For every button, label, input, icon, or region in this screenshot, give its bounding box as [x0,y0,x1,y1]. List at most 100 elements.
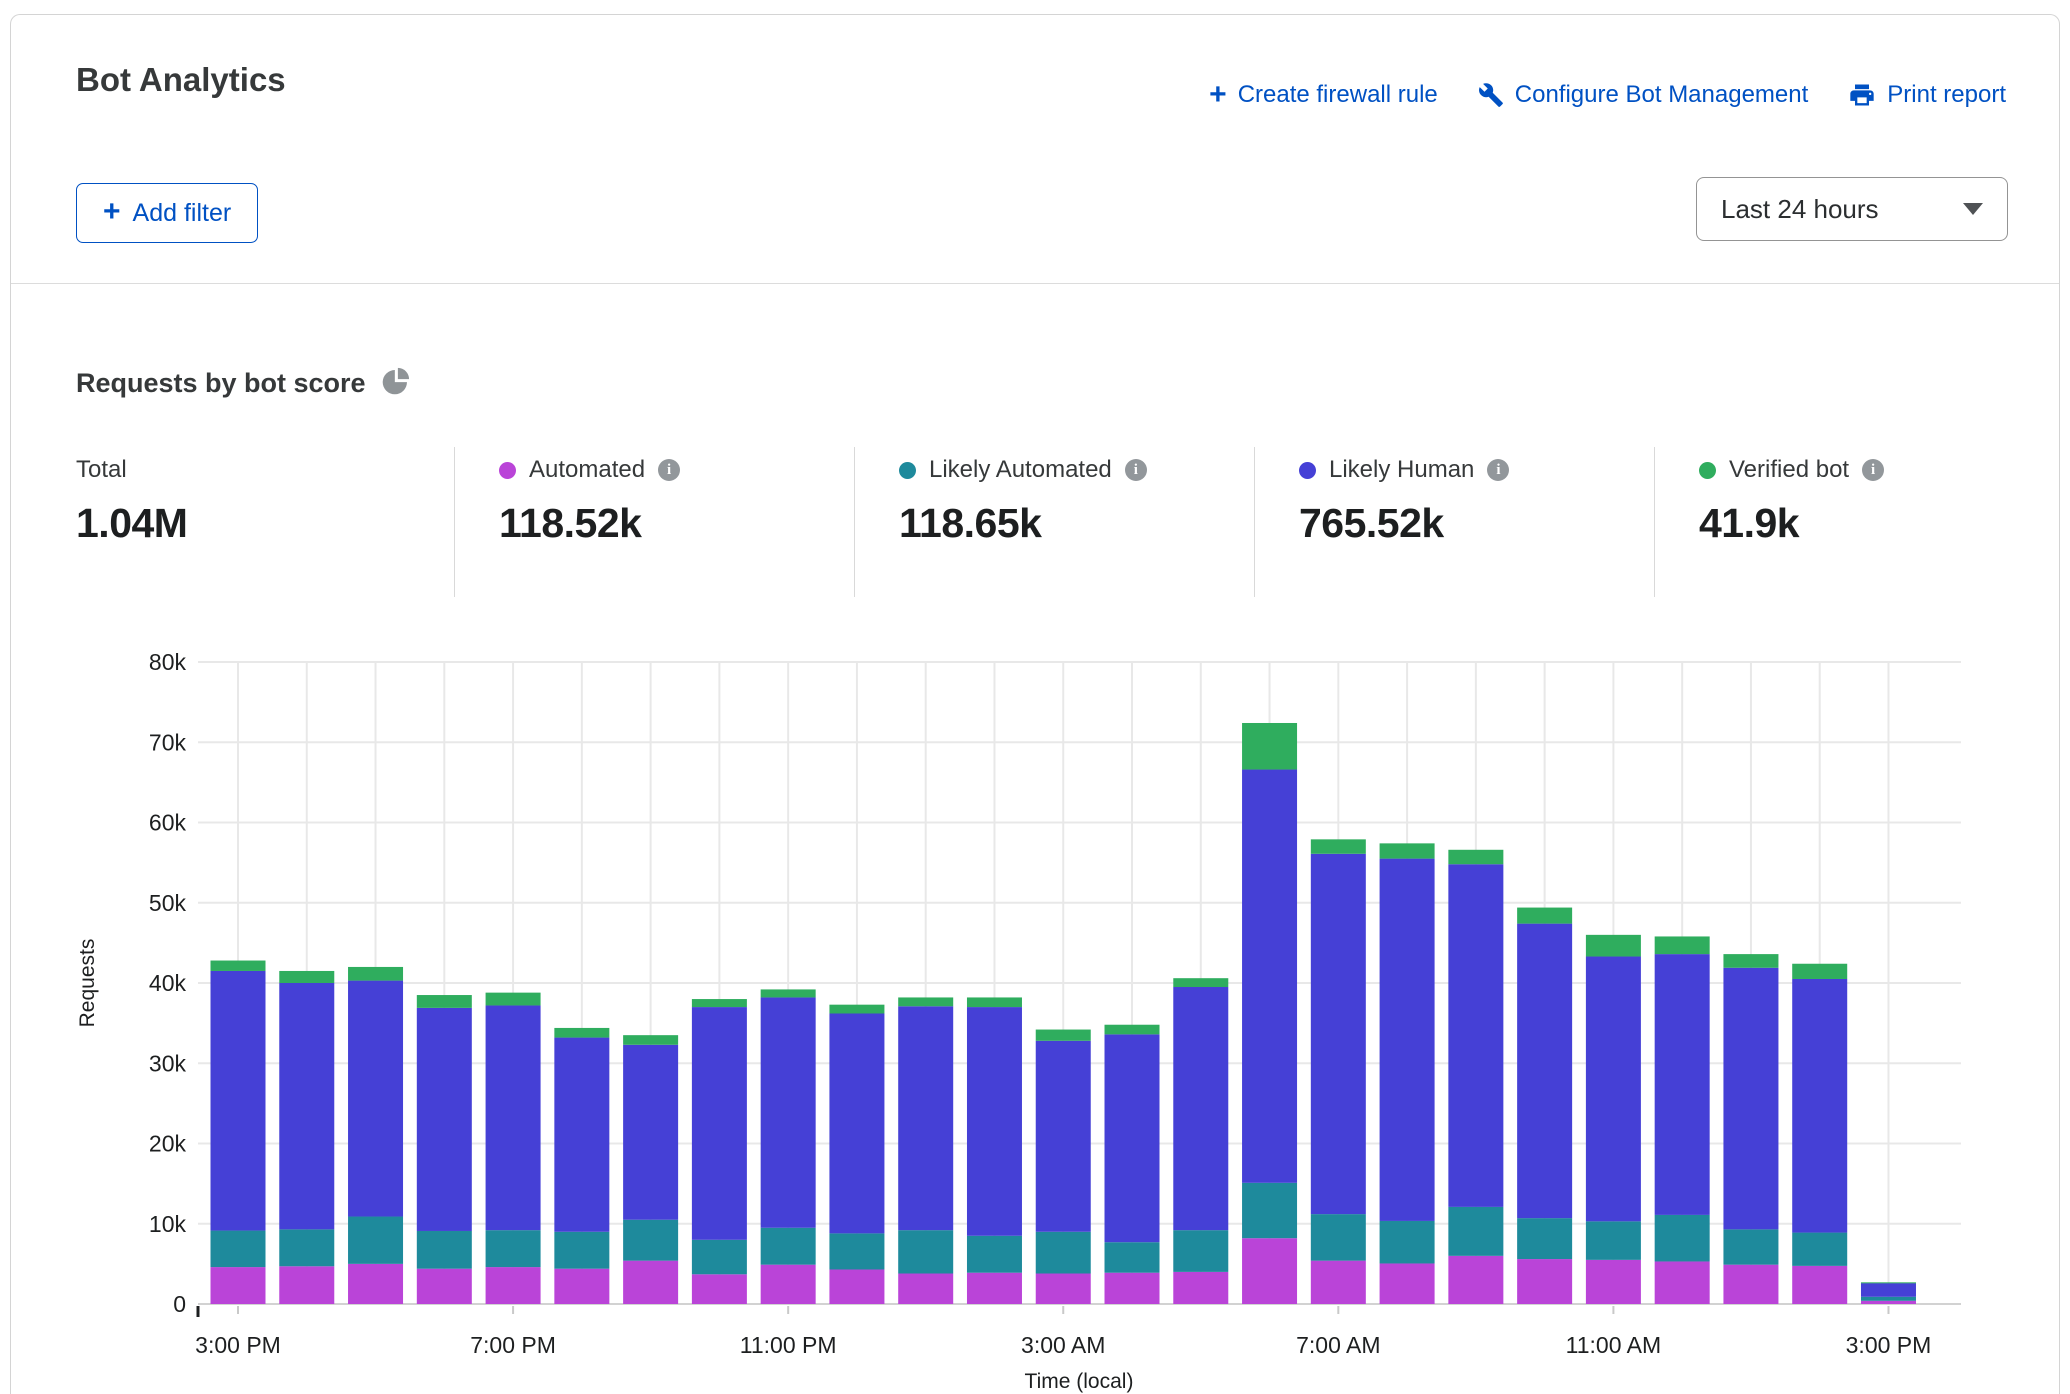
bar-segment-likely_automated[interactable] [1173,1230,1228,1272]
bar-segment-likely_human[interactable] [761,997,816,1227]
bar-segment-likely_human[interactable] [1311,854,1366,1214]
bar-segment-likely_automated[interactable] [1448,1207,1503,1256]
bar-segment-automated[interactable] [829,1269,884,1304]
bar-segment-likely_human[interactable] [1105,1034,1160,1242]
bar-segment-automated[interactable] [348,1264,403,1304]
bar-segment-automated[interactable] [554,1269,609,1304]
bar-segment-likely_automated[interactable] [1036,1232,1091,1274]
bar-segment-likely_automated[interactable] [348,1217,403,1264]
bar-segment-likely_automated[interactable] [486,1230,541,1267]
bar-segment-likely_automated[interactable] [1792,1233,1847,1266]
bar-segment-automated[interactable] [1311,1261,1366,1304]
configure-bot-management-link[interactable]: Configure Bot Management [1478,81,1809,109]
bar-segment-verified_bot[interactable] [1655,936,1710,954]
bar-segment-likely_automated[interactable] [692,1240,747,1275]
bar-segment-likely_automated[interactable] [1586,1221,1641,1260]
bar-segment-likely_human[interactable] [417,1008,472,1231]
bar-segment-verified_bot[interactable] [279,971,334,983]
bar-segment-likely_automated[interactable] [623,1220,678,1261]
info-icon[interactable]: i [1125,459,1147,481]
bar-segment-likely_automated[interactable] [211,1231,266,1268]
bar-segment-automated[interactable] [623,1261,678,1304]
bar-segment-automated[interactable] [1173,1272,1228,1304]
bar-segment-likely_automated[interactable] [829,1233,884,1269]
bar-segment-automated[interactable] [486,1267,541,1304]
bar-segment-automated[interactable] [1861,1301,1916,1304]
create-firewall-rule-link[interactable]: + Create firewall rule [1209,81,1438,109]
bar-segment-likely_automated[interactable] [1517,1218,1572,1259]
time-range-select[interactable]: Last 24 hours [1696,177,2008,241]
bar-segment-likely_automated[interactable] [898,1230,953,1273]
bar-segment-likely_automated[interactable] [1105,1242,1160,1272]
bar-segment-verified_bot[interactable] [898,997,953,1006]
bar-segment-likely_automated[interactable] [279,1229,334,1266]
bar-segment-verified_bot[interactable] [1173,978,1228,987]
bar-segment-automated[interactable] [417,1269,472,1304]
bar-segment-likely_automated[interactable] [1380,1221,1435,1264]
bar-segment-automated[interactable] [1517,1259,1572,1304]
bar-segment-automated[interactable] [1655,1261,1710,1304]
info-icon[interactable]: i [658,459,680,481]
bar-segment-likely_human[interactable] [348,981,403,1217]
bar-segment-automated[interactable] [1036,1274,1091,1304]
bar-segment-verified_bot[interactable] [1723,954,1778,968]
print-report-link[interactable]: Print report [1848,81,2006,109]
bar-segment-likely_human[interactable] [1173,987,1228,1230]
bar-segment-likely_automated[interactable] [1655,1215,1710,1262]
bar-segment-likely_human[interactable] [1861,1283,1916,1297]
bar-segment-automated[interactable] [1105,1273,1160,1304]
bar-segment-verified_bot[interactable] [486,993,541,1006]
bar-segment-verified_bot[interactable] [829,1005,884,1014]
bar-segment-automated[interactable] [1792,1266,1847,1304]
bar-segment-likely_human[interactable] [1586,957,1641,1222]
bar-segment-likely_automated[interactable] [967,1236,1022,1273]
bar-segment-likely_human[interactable] [829,1013,884,1233]
bar-segment-likely_human[interactable] [1448,864,1503,1207]
bar-segment-likely_automated[interactable] [761,1228,816,1265]
add-filter-button[interactable]: + Add filter [76,183,258,243]
bar-segment-verified_bot[interactable] [967,997,1022,1007]
bar-segment-likely_human[interactable] [1380,859,1435,1221]
bar-segment-verified_bot[interactable] [692,999,747,1007]
bar-segment-verified_bot[interactable] [417,995,472,1008]
bar-segment-verified_bot[interactable] [554,1028,609,1038]
bar-segment-likely_human[interactable] [1655,954,1710,1215]
bar-segment-likely_automated[interactable] [1861,1297,1916,1301]
bar-segment-likely_human[interactable] [1723,968,1778,1230]
bar-segment-likely_human[interactable] [554,1038,609,1232]
bar-segment-verified_bot[interactable] [348,967,403,981]
bar-segment-likely_human[interactable] [623,1045,678,1220]
bar-segment-likely_human[interactable] [1792,979,1847,1233]
bar-segment-verified_bot[interactable] [623,1035,678,1045]
bar-segment-likely_automated[interactable] [417,1231,472,1269]
info-icon[interactable]: i [1862,459,1884,481]
bar-segment-verified_bot[interactable] [1586,935,1641,957]
bar-segment-likely_automated[interactable] [1311,1214,1366,1261]
bar-segment-automated[interactable] [1723,1265,1778,1304]
bar-segment-verified_bot[interactable] [761,989,816,997]
bar-segment-likely_automated[interactable] [554,1232,609,1269]
info-icon[interactable]: i [1487,459,1509,481]
bar-segment-automated[interactable] [898,1274,953,1304]
bar-segment-automated[interactable] [1242,1238,1297,1304]
bar-segment-verified_bot[interactable] [211,961,266,971]
bar-segment-verified_bot[interactable] [1448,850,1503,864]
bar-segment-likely_human[interactable] [1517,924,1572,1219]
bar-segment-automated[interactable] [1380,1263,1435,1304]
bar-segment-verified_bot[interactable] [1861,1282,1916,1283]
bar-segment-automated[interactable] [692,1274,747,1304]
bar-segment-likely_human[interactable] [1036,1041,1091,1232]
bar-segment-automated[interactable] [279,1266,334,1304]
bar-segment-automated[interactable] [211,1267,266,1304]
bar-segment-likely_human[interactable] [486,1005,541,1230]
bar-segment-verified_bot[interactable] [1311,839,1366,853]
bar-segment-likely_human[interactable] [898,1006,953,1230]
bar-segment-automated[interactable] [1448,1256,1503,1304]
bar-segment-likely_human[interactable] [279,983,334,1229]
bar-segment-verified_bot[interactable] [1105,1025,1160,1035]
bar-segment-likely_human[interactable] [211,971,266,1231]
bar-segment-verified_bot[interactable] [1380,843,1435,858]
bar-segment-verified_bot[interactable] [1792,964,1847,979]
bar-segment-likely_automated[interactable] [1242,1183,1297,1238]
bar-segment-verified_bot[interactable] [1517,908,1572,924]
